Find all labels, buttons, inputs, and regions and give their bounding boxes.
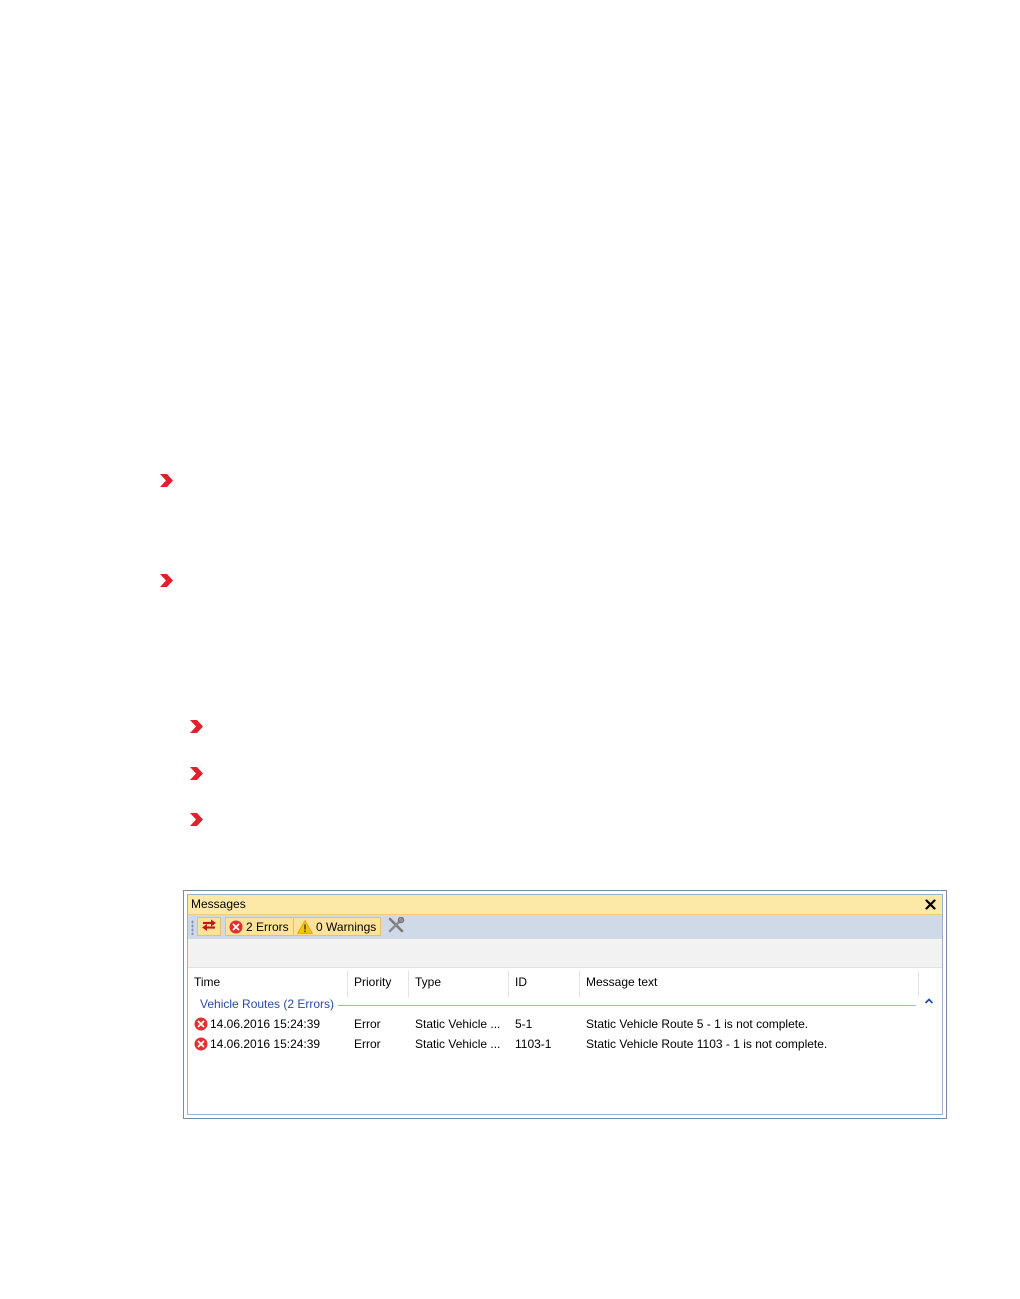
chevron-bullet-icon [160,574,174,587]
cell-id: 1103-1 [515,1037,552,1051]
error-icon [194,1017,208,1031]
cell-time: 14.06.2016 15:24:39 [210,1037,321,1051]
chevron-bullet-icon [190,767,204,780]
group-label: Vehicle Routes (2 Errors) [200,997,339,1011]
filter-strip [188,939,942,968]
messages-titlebar: Messages [188,895,942,915]
column-header-priority[interactable]: Priority [348,971,409,997]
group-row-vehicle-routes[interactable]: Vehicle Routes (2 Errors) [188,996,942,1014]
errors-filter-button[interactable]: 2 Errors [225,917,294,936]
column-header-id[interactable]: ID [509,971,580,997]
errors-label: 2 Errors [246,919,289,934]
chevron-bullet-icon [190,720,204,733]
table-row[interactable]: 14.06.2016 15:24:39 Error Static Vehicle… [188,1034,942,1054]
messages-window: Messages 2 Errors 0 Warnings Time Priori… [183,890,947,1119]
chevron-bullet-icon [160,474,174,487]
refresh-button[interactable] [197,917,221,936]
cell-priority: Error [354,1017,381,1031]
cell-message: Static Vehicle Route 5 - 1 is not comple… [586,1017,809,1031]
toolbar-grip[interactable] [191,920,194,935]
cell-priority: Error [354,1037,381,1051]
cell-id: 5-1 [515,1017,533,1031]
warning-icon [294,919,313,934]
table-header: Time Priority Type ID Message text [188,971,942,997]
settings-button[interactable] [385,916,407,936]
column-header-type[interactable]: Type [409,971,509,997]
tools-icon [387,916,405,936]
error-icon [194,1037,208,1051]
warnings-filter-button[interactable]: 0 Warnings [293,917,382,936]
error-icon [226,920,243,934]
messages-table: Time Priority Type ID Message text Vehic… [188,968,942,1114]
chevron-bullet-icon [190,813,204,826]
table-row[interactable]: 14.06.2016 15:24:39 Error Static Vehicle… [188,1014,942,1034]
cell-type: Static Vehicle ... [415,1017,501,1031]
cell-time: 14.06.2016 15:24:39 [210,1017,321,1031]
messages-toolbar: 2 Errors 0 Warnings [188,915,942,939]
collapse-chevron-icon[interactable] [924,996,934,1008]
messages-panel: Messages 2 Errors 0 Warnings Time Priori… [187,894,943,1115]
column-header-time[interactable]: Time [188,971,348,997]
warnings-label: 0 Warnings [316,919,377,934]
close-icon[interactable] [925,896,936,913]
column-header-message-text[interactable]: Message text [580,971,919,997]
cell-type: Static Vehicle ... [415,1037,501,1051]
cell-message: Static Vehicle Route 1103 - 1 is not com… [586,1037,828,1051]
refresh-arrows-icon [201,918,217,935]
messages-title: Messages [191,897,246,911]
